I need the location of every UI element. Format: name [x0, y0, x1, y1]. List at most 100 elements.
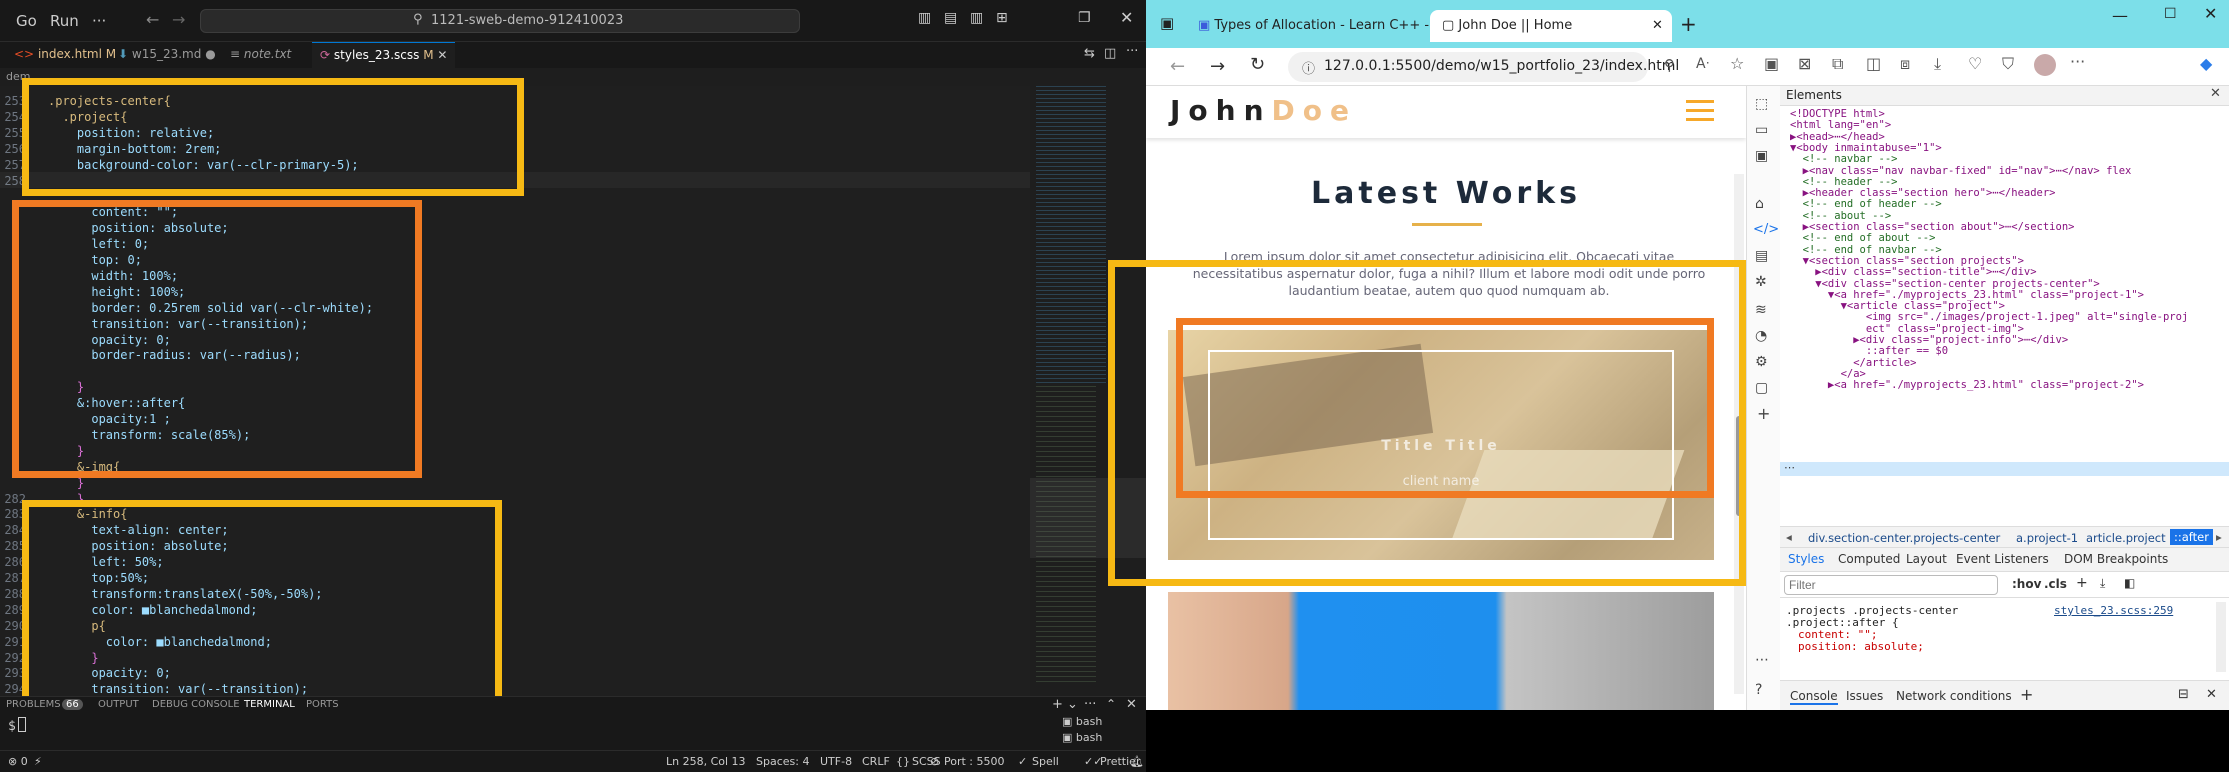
- split-editor-icon[interactable]: ◫: [1104, 46, 1116, 61]
- dom-node[interactable]: <!-- navbar -->: [1790, 153, 1898, 165]
- dom-node[interactable]: ▼<div class="section-center projects-cen…: [1790, 278, 2099, 290]
- toggle-sidebar-icon[interactable]: ▥: [918, 10, 931, 26]
- dom-node[interactable]: <img src="./images/project-1.jpeg" alt="…: [1790, 311, 2188, 323]
- status-cursor-position[interactable]: Ln 258, Col 13: [666, 755, 746, 768]
- extension-chat-icon[interactable]: ▣: [1764, 54, 1779, 73]
- window-icon[interactable]: ▣: [1755, 148, 1768, 164]
- dom-node[interactable]: ▶<section class="section about">⋯</secti…: [1790, 221, 2075, 233]
- crumb-item[interactable]: article.project: [2086, 531, 2166, 545]
- elements-icon[interactable]: </>: [1753, 222, 1779, 237]
- close-window-icon[interactable]: ✕: [1120, 8, 1133, 27]
- add-tool-icon[interactable]: +: [1757, 404, 1770, 423]
- settings-more-icon[interactable]: ···: [2070, 52, 2085, 71]
- dom-tree[interactable]: <!DOCTYPE html> <html lang="en"> ▶<head>⋯<…: [1780, 108, 2229, 464]
- split-screen-icon[interactable]: ◫: [1866, 54, 1881, 73]
- forward-icon[interactable]: →: [1210, 56, 1225, 77]
- refresh-icon[interactable]: ↻: [1250, 54, 1265, 75]
- dom-node[interactable]: ect" class="project-img">: [1790, 323, 2024, 335]
- terminal-list-item[interactable]: ▣ bash: [1062, 715, 1102, 728]
- style-rule-source-link[interactable]: styles_23.scss:259: [2054, 604, 2173, 617]
- network-icon[interactable]: ≋: [1755, 302, 1767, 318]
- tab-output[interactable]: OUTPUT: [98, 699, 139, 710]
- back-icon[interactable]: ←: [1170, 56, 1185, 77]
- terminal-list-item[interactable]: ▣ bash: [1062, 731, 1102, 744]
- dom-node[interactable]: </a>: [1790, 368, 1866, 380]
- project-card-2[interactable]: [1168, 592, 1714, 710]
- new-rule-icon[interactable]: +: [2076, 575, 2088, 591]
- maximize-panel-icon[interactable]: ⌃: [1106, 697, 1116, 711]
- crumb-scroll-left-icon[interactable]: ◂: [1786, 530, 1792, 544]
- tab-network-conditions[interactable]: Network conditions: [1896, 689, 2012, 703]
- tab-computed[interactable]: Computed: [1838, 552, 1900, 566]
- extensions-icon[interactable]: ⧉: [1832, 54, 1843, 74]
- crumb-scroll-right-icon[interactable]: ▸: [2216, 530, 2222, 544]
- profile-avatar[interactable]: [2034, 54, 2056, 76]
- new-terminal-icon[interactable]: + ⌄: [1052, 697, 1078, 712]
- dom-node[interactable]: <html lang="en">: [1790, 119, 1891, 131]
- tab-note-txt[interactable]: ≡ note.txt: [222, 42, 299, 68]
- computed-sidebar-icon[interactable]: ◧: [2124, 576, 2135, 590]
- dom-node[interactable]: <!-- header -->: [1790, 176, 1898, 188]
- tab-layout[interactable]: Layout: [1906, 552, 1947, 566]
- forward-arrow-icon[interactable]: →: [172, 10, 185, 29]
- application-icon[interactable]: ▢: [1755, 380, 1768, 396]
- address-bar[interactable]: ⓘ 127.0.0.1:5500/demo/w15_portfolio_23/i…: [1288, 52, 1679, 82]
- tab-styles-scss[interactable]: ⟳ styles_23.scss M ✕: [312, 42, 456, 68]
- tab-debug-console[interactable]: DEBUG CONSOLE: [152, 699, 240, 710]
- device-icon[interactable]: ▭: [1755, 122, 1768, 138]
- dom-node[interactable]: ▶<div class="project-info">⋯</div>: [1790, 334, 2068, 346]
- sync-icon[interactable]: ⚡: [34, 755, 42, 768]
- close-drawer-icon[interactable]: ✕: [2206, 687, 2217, 702]
- status-spell[interactable]: Spell: [1032, 755, 1059, 768]
- zoom-icon[interactable]: ⚲: [1664, 56, 1675, 74]
- restore-icon[interactable]: ❐: [1078, 10, 1091, 26]
- crumb-item-active[interactable]: ::after: [2170, 529, 2213, 545]
- close-tab-icon[interactable]: ✕: [1652, 18, 1663, 33]
- dom-node[interactable]: ::after == $0: [1790, 345, 1948, 357]
- status-indentation[interactable]: Spaces: 4: [756, 755, 809, 768]
- dom-node[interactable]: </article>: [1790, 357, 1916, 369]
- performance-icon[interactable]: ◔: [1755, 328, 1767, 344]
- status-live-server[interactable]: Port : 5500: [944, 755, 1005, 768]
- tab-event-listeners[interactable]: Event Listeners: [1956, 552, 2049, 566]
- browser-essentials-icon[interactable]: ⛉: [2002, 54, 2014, 74]
- more-actions-icon[interactable]: ···: [1126, 44, 1138, 59]
- tab-actions-icon[interactable]: ▣: [1160, 14, 1174, 32]
- console-icon[interactable]: ▤: [1755, 248, 1768, 264]
- dom-node[interactable]: ▶<div class="section-title">⋯</div>: [1790, 266, 2036, 278]
- toggle-panel-icon[interactable]: ▤: [944, 10, 957, 26]
- styles-filter-input[interactable]: [1784, 575, 1998, 595]
- hamburger-icon[interactable]: [1686, 100, 1714, 103]
- copilot-icon[interactable]: ◆: [2200, 54, 2212, 73]
- extension-x-icon[interactable]: ⊠: [1798, 54, 1811, 73]
- more-tools-icon[interactable]: ⋯: [1755, 652, 1769, 668]
- dom-node[interactable]: ▼<article class="project">: [1790, 300, 2005, 312]
- tab-terminal[interactable]: TERMINAL: [244, 699, 295, 710]
- tab-styles[interactable]: Styles: [1788, 552, 1824, 566]
- notifications-icon[interactable]: 🔔︎: [1130, 755, 1144, 768]
- crumb-item[interactable]: a.project-1: [2016, 531, 2078, 545]
- ellipsis-icon[interactable]: ⋯: [1784, 461, 1795, 474]
- downloads-icon[interactable]: ⤓: [1934, 54, 1941, 74]
- terminal-prompt[interactable]: $: [8, 719, 16, 734]
- dock-icon[interactable]: ⊟: [2178, 687, 2189, 702]
- back-arrow-icon[interactable]: ←: [146, 10, 159, 29]
- browser-tab-home[interactable]: ▢ John Doe || Home ✕: [1430, 10, 1672, 42]
- dom-node[interactable]: ▶<a href="./myprojects_23.html" class="p…: [1790, 379, 2144, 391]
- dom-node[interactable]: <!-- end of header -->: [1790, 198, 1942, 210]
- maximize-icon[interactable]: ☐: [2164, 6, 2177, 22]
- tab-issues[interactable]: Issues: [1846, 689, 1883, 703]
- toggle-secondary-sidebar-icon[interactable]: ▥: [970, 10, 983, 26]
- dom-node[interactable]: ▼<section class="section projects">: [1790, 255, 2024, 267]
- dom-node[interactable]: ▶<header class="section hero">⋯</header>: [1790, 187, 2056, 199]
- status-errors[interactable]: ⊗ 0: [8, 755, 28, 768]
- hov-toggle[interactable]: :hov: [2012, 577, 2041, 591]
- dom-node[interactable]: <!-- about -->: [1790, 210, 1892, 222]
- styles-scrollbar[interactable]: [2216, 602, 2226, 672]
- dom-node[interactable]: <!-- end of about -->: [1790, 232, 1936, 244]
- status-eol[interactable]: CRLF: [862, 755, 890, 768]
- command-center-search[interactable]: ⚲ 1121-sweb-demo-912410023: [200, 9, 800, 33]
- tab-ports[interactable]: PORTS: [306, 699, 339, 710]
- settings-gear-icon[interactable]: ⚙: [1755, 354, 1768, 370]
- style-property[interactable]: position: absolute;: [1798, 640, 1924, 653]
